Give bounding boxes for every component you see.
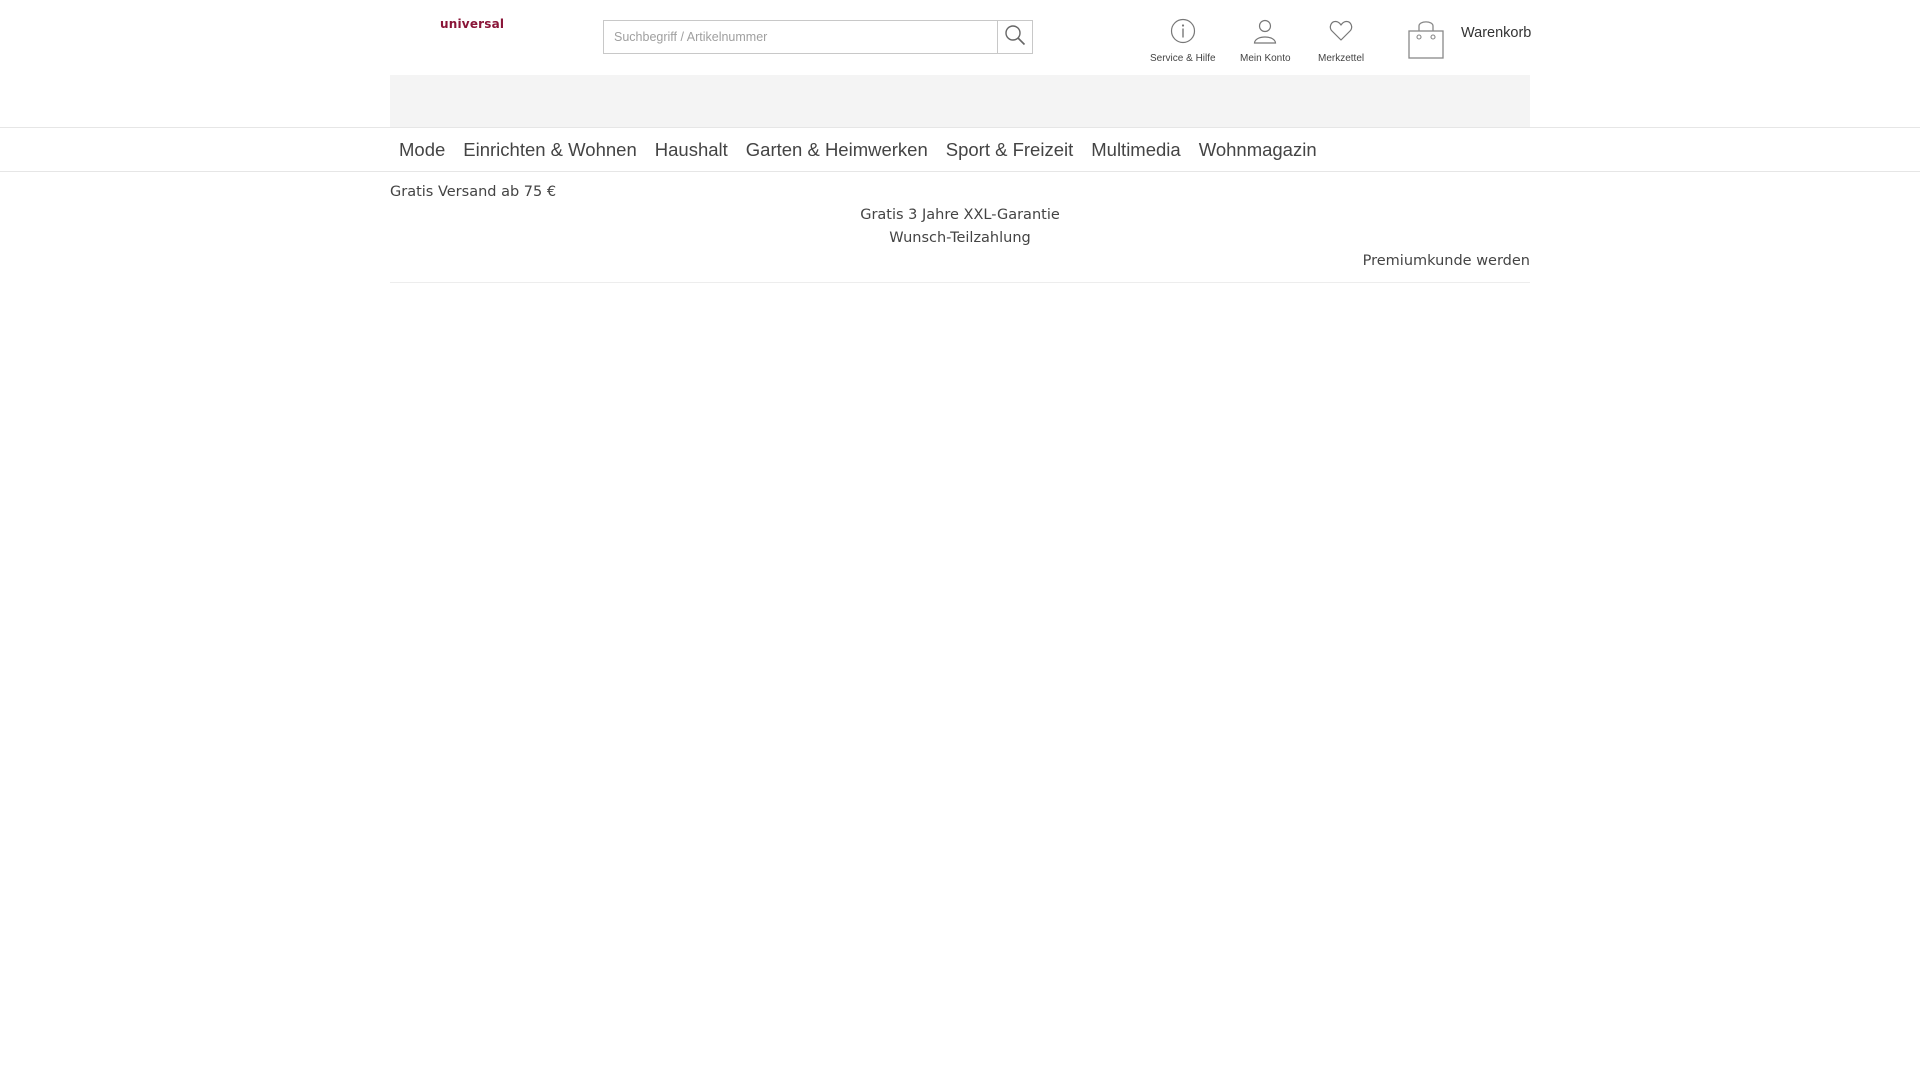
service-link[interactable]: Service & Hilfe xyxy=(1150,18,1216,64)
usp-installment: Wunsch-Teilzahlung xyxy=(889,230,1031,246)
shopping-bag-icon xyxy=(1407,18,1445,65)
nav-item-sport-freizeit[interactable]: Sport & Freizeit xyxy=(946,139,1074,161)
search-icon xyxy=(1004,24,1026,51)
nav-item-mode[interactable]: Mode xyxy=(399,139,445,161)
heart-icon xyxy=(1328,18,1354,49)
logo[interactable]: universal xyxy=(440,17,504,31)
usp-warranty: Gratis 3 Jahre XXL-Garantie xyxy=(860,207,1060,223)
nav-item-multimedia[interactable]: Multimedia xyxy=(1091,139,1180,161)
usp-bar: Gratis Versand ab 75 € Gratis 3 Jahre XX… xyxy=(390,172,1530,283)
cart-link[interactable]: Warenkorb xyxy=(1407,18,1531,65)
user-icon xyxy=(1252,18,1278,49)
usp-free-shipping: Gratis Versand ab 75 € xyxy=(390,184,557,200)
cart-label: Warenkorb xyxy=(1461,25,1532,41)
search-button[interactable] xyxy=(997,21,1032,53)
promo-banner xyxy=(390,75,1530,127)
nav-item-haushalt[interactable]: Haushalt xyxy=(655,139,728,161)
wishlist-label: Merkzettel xyxy=(1318,53,1365,64)
service-label: Service & Hilfe xyxy=(1150,53,1216,64)
premium-link[interactable]: Premiumkunde werden xyxy=(1363,253,1530,269)
search-bar xyxy=(603,20,1033,54)
main-nav: Mode Einrichten & Wohnen Haushalt Garten… xyxy=(0,127,1920,172)
nav-item-einrichten-wohnen[interactable]: Einrichten & Wohnen xyxy=(463,139,636,161)
search-input[interactable] xyxy=(604,21,997,53)
nav-item-garten-heimwerken[interactable]: Garten & Heimwerken xyxy=(746,139,928,161)
account-label: Mein Konto xyxy=(1240,53,1291,64)
info-icon xyxy=(1170,18,1196,49)
nav-item-wohnmagazin[interactable]: Wohnmagazin xyxy=(1199,139,1317,161)
account-link[interactable]: Mein Konto xyxy=(1240,18,1291,64)
wishlist-link[interactable]: Merkzettel xyxy=(1318,18,1364,64)
header: universal Service & Hilfe xyxy=(390,0,1531,75)
